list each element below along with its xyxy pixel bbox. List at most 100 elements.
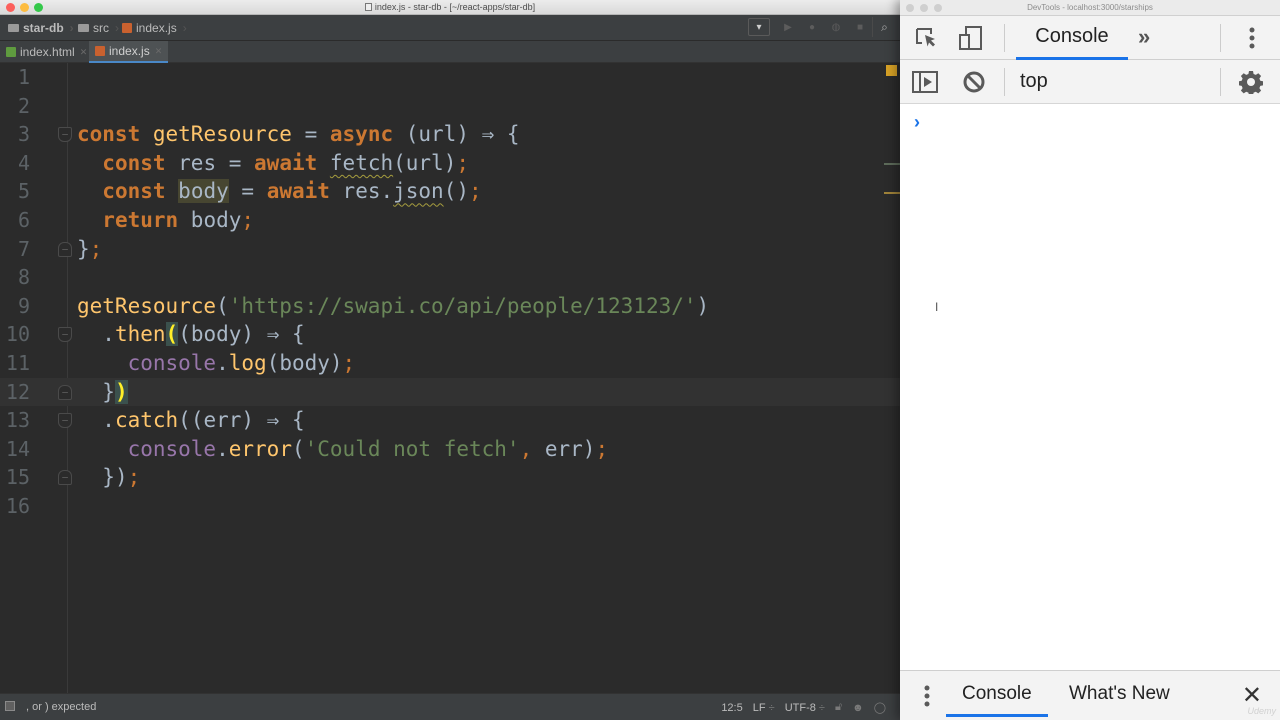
js-file-icon: [122, 23, 132, 33]
run-toolbar: ▾ ▶ ● ◍ ■ ⌕: [748, 17, 896, 37]
code-text: console.log(body);: [127, 351, 356, 375]
folder-icon: [8, 24, 19, 32]
line-number: 9: [17, 293, 30, 318]
line-number: 2: [17, 93, 30, 118]
line-number: 12: [5, 379, 30, 404]
scrollbar-marker[interactable]: [884, 163, 900, 165]
code-line[interactable]: 5 const body = await res.json();: [0, 177, 900, 206]
fold-icon[interactable]: −: [58, 327, 72, 343]
code-line[interactable]: 6 return body;: [0, 206, 900, 235]
execution-context-selector[interactable]: top: [1020, 70, 1048, 93]
lock-icon[interactable]: 🔓︎: [835, 701, 842, 714]
code-line[interactable]: 15 − });: [0, 463, 900, 492]
fold-icon[interactable]: −: [58, 127, 72, 143]
breadcrumb-label: index.js: [136, 21, 177, 35]
stop-icon[interactable]: ■: [848, 17, 872, 37]
console-output[interactable]: › I: [900, 104, 1280, 670]
line-number: 10: [5, 322, 30, 347]
code-editor[interactable]: 1 2 3 − const getResource = async (url) …: [0, 63, 900, 693]
warning-indicator-icon[interactable]: [886, 65, 897, 76]
code-line[interactable]: 9 getResource('https://swapi.co/api/peop…: [0, 292, 900, 321]
clear-console-icon[interactable]: [962, 70, 986, 94]
status-message: , or ) expected: [26, 701, 97, 713]
text-cursor-icon: I: [935, 300, 939, 314]
file-encoding[interactable]: UTF-8 ÷: [785, 702, 825, 714]
fold-icon[interactable]: −: [58, 384, 72, 400]
line-number: 14: [5, 436, 30, 461]
close-tab-icon[interactable]: ✕: [80, 47, 88, 58]
breadcrumb-separator: ›: [115, 21, 119, 35]
line-number: 3: [17, 122, 30, 147]
js-file-icon: [95, 46, 105, 56]
ide-window: index.js - star-db - [~/react-apps/star-…: [0, 0, 900, 720]
line-number: 13: [5, 408, 30, 433]
debug-icon[interactable]: ●: [800, 17, 824, 37]
drawer-tab-console[interactable]: Console: [946, 683, 1048, 717]
breadcrumb-label: star-db: [23, 21, 64, 35]
settings-gear-icon[interactable]: [1238, 69, 1264, 95]
kebab-menu-icon[interactable]: [1240, 24, 1264, 52]
code-line[interactable]: 8: [0, 263, 900, 292]
code-line[interactable]: 3 − const getResource = async (url) ⇒ {: [0, 120, 900, 149]
line-number: 15: [5, 465, 30, 490]
tool-windows-icon[interactable]: [5, 701, 15, 711]
line-number: 8: [17, 265, 30, 290]
code-text: console.error('Could not fetch', err);: [127, 436, 609, 461]
navigation-bar: star-db › src › index.js › ▾ ▶ ● ◍ ■ ⌕: [0, 15, 900, 41]
devtools-title-bar: DevTools - localhost:3000/starships: [900, 0, 1280, 16]
inspect-element-icon[interactable]: [914, 26, 940, 50]
caret-position[interactable]: 12:5: [721, 702, 742, 714]
tab-index-js[interactable]: index.js ✕: [89, 41, 169, 63]
code-line[interactable]: 14 console.error('Could not fetch', err)…: [0, 435, 900, 464]
breadcrumb-project[interactable]: star-db ›: [8, 21, 74, 35]
code-line-current[interactable]: 12 − }): [0, 377, 900, 407]
line-separator[interactable]: LF ÷: [753, 702, 775, 714]
status-right: 12:5 LF ÷ UTF-8 ÷ 🔓︎ ☻ ◯: [721, 701, 886, 714]
show-sidebar-icon[interactable]: [912, 70, 938, 94]
breadcrumb-folder[interactable]: src ›: [78, 21, 119, 35]
toolbar-divider: [1004, 24, 1005, 52]
drawer-menu-icon[interactable]: [922, 683, 932, 709]
editor-tabs: index.html ✕ index.js ✕: [0, 41, 900, 63]
devtools-main-toolbar: Console »: [900, 16, 1280, 60]
code-text: const body = await res.json();: [102, 179, 482, 204]
device-toolbar-icon[interactable]: [958, 24, 984, 52]
code-line[interactable]: 2: [0, 92, 900, 121]
code-line[interactable]: 1: [0, 63, 900, 92]
event-log-icon[interactable]: ◯: [874, 701, 886, 714]
code-line[interactable]: 11 console.log(body);: [0, 349, 900, 378]
tab-index-html[interactable]: index.html ✕: [0, 41, 93, 63]
code-line[interactable]: 13 − .catch((err) ⇒ {: [0, 406, 900, 435]
drawer-tab-whats-new[interactable]: What's New: [1069, 683, 1170, 705]
search-icon[interactable]: ⌕: [872, 17, 896, 37]
line-number: 4: [17, 150, 30, 175]
run-config-dropdown[interactable]: ▾: [748, 18, 770, 36]
close-tab-icon[interactable]: ✕: [155, 46, 163, 57]
code-line[interactable]: 4 const res = await fetch(url);: [0, 149, 900, 178]
line-number: 5: [17, 179, 30, 204]
document-icon: [364, 3, 372, 11]
toolbar-divider: [1220, 24, 1221, 52]
tab-console[interactable]: Console: [1016, 16, 1128, 60]
code-line[interactable]: 7 − };: [0, 235, 900, 264]
watermark-logo: Udemy: [1247, 706, 1276, 716]
fold-icon[interactable]: −: [58, 241, 72, 257]
breadcrumb-file[interactable]: index.js ›: [122, 21, 187, 35]
coverage-icon[interactable]: ◍: [824, 17, 848, 37]
line-separator-label: LF: [752, 701, 766, 714]
more-tabs-button[interactable]: »: [1138, 24, 1150, 50]
line-number: 7: [17, 236, 30, 261]
scrollbar-marker[interactable]: [884, 192, 900, 194]
tab-label: index.html: [20, 45, 75, 59]
breadcrumb-separator: ›: [69, 21, 74, 35]
code-line[interactable]: 16: [0, 492, 900, 521]
fold-icon[interactable]: −: [58, 413, 72, 429]
line-number: 1: [17, 65, 30, 89]
hector-icon[interactable]: ☻: [852, 702, 864, 714]
console-prompt-icon[interactable]: ›: [914, 112, 920, 133]
code-line[interactable]: 10 − .then((body) ⇒ {: [0, 320, 900, 349]
run-icon[interactable]: ▶: [776, 17, 800, 37]
fold-icon[interactable]: −: [58, 470, 72, 486]
code-text: const res = await fetch(url);: [102, 150, 469, 175]
code-text: };: [77, 236, 103, 261]
